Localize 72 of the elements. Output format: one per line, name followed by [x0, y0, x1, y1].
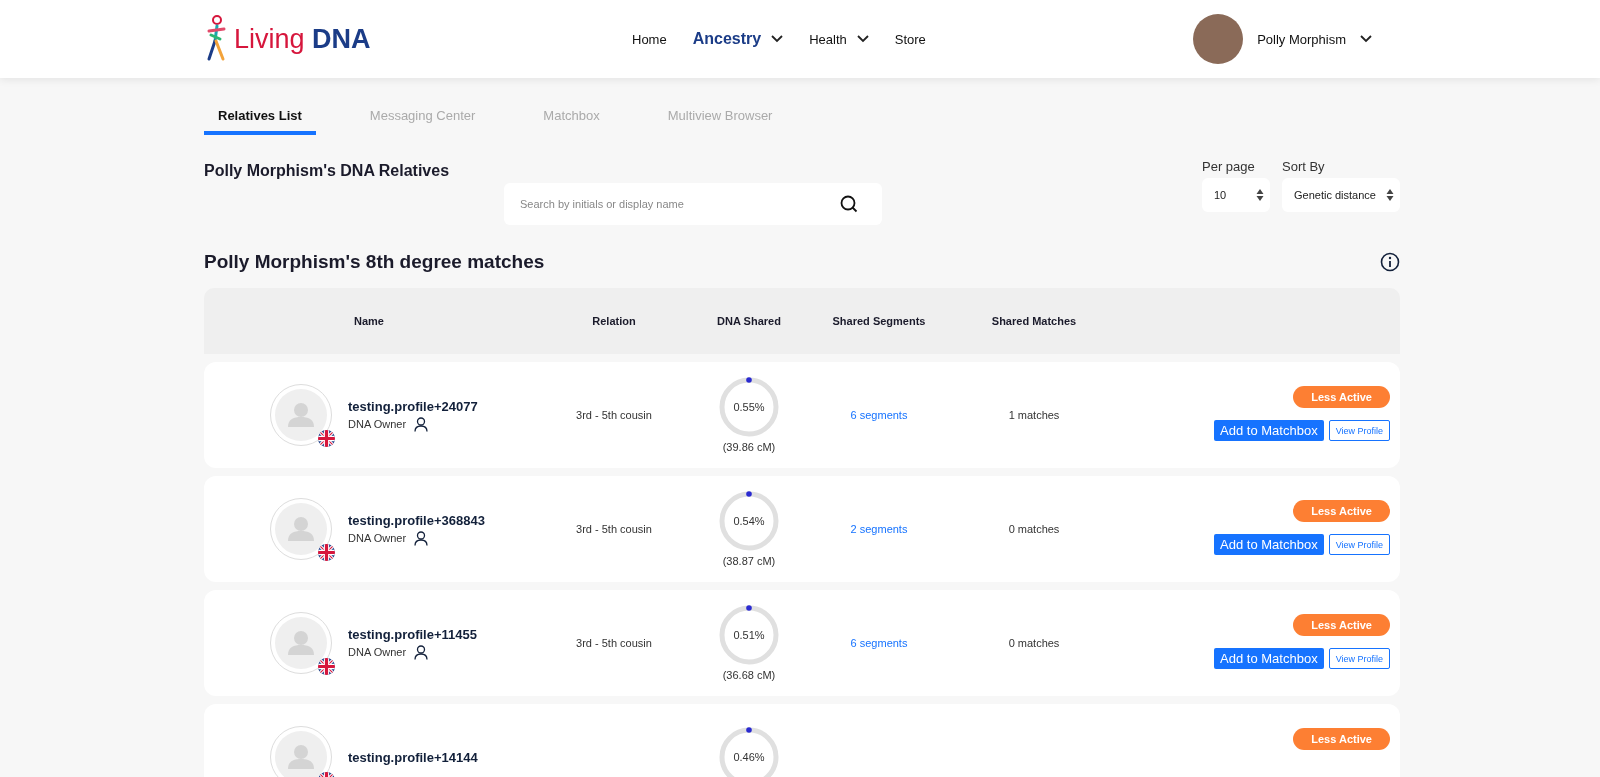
relation-text: 3rd - 5th cousin — [576, 409, 652, 421]
flag-icon — [318, 658, 335, 675]
nav-link[interactable]: Home — [632, 31, 667, 47]
segments-link[interactable]: 2 segments — [850, 523, 908, 535]
column-header: Shared Matches — [990, 315, 1078, 327]
column-header: Relation — [591, 315, 637, 327]
role-label: DNA Owner — [348, 532, 407, 544]
profile-name[interactable]: testing.profile+368843 — [348, 512, 485, 528]
person-silhouette-icon — [275, 731, 327, 777]
view-profile-button[interactable]: View Profile — [1328, 420, 1390, 441]
matches-text: 0 matches — [1008, 523, 1060, 535]
status-badge: Less Active — [1293, 386, 1390, 408]
user-menu[interactable]: Polly Morphism — [1193, 14, 1372, 64]
person-icon — [414, 416, 429, 432]
nav-link[interactable]: Health — [809, 31, 869, 47]
tab[interactable]: Relatives List — [204, 106, 316, 135]
select-field[interactable]: Genetic distance — [1282, 178, 1400, 212]
role-label: DNA Owner — [348, 646, 407, 658]
search-field[interactable]: Search by initials or display name — [504, 183, 882, 225]
info-icon[interactable] — [1380, 252, 1400, 272]
section-title: Polly Morphism's DNA Relatives — [204, 162, 451, 181]
person-icon — [414, 530, 429, 546]
status-badge: Less Active — [1293, 500, 1390, 522]
percent-text: 0.55% — [733, 401, 765, 413]
percent-text: 0.51% — [733, 629, 765, 641]
status-badge: Less Active — [1293, 728, 1390, 750]
percent-text: 0.46% — [733, 751, 765, 763]
column-header: DNA Shared — [716, 315, 782, 327]
column-header: Shared Segments — [831, 315, 927, 327]
percent-text: 0.54% — [733, 515, 765, 527]
profile-name[interactable]: testing.profile+24077 — [348, 398, 478, 414]
nav-link[interactable]: Ancestry — [692, 30, 784, 48]
progress-ring — [719, 491, 779, 551]
add-button[interactable]: Add to Matchbox — [1214, 534, 1324, 555]
profile-name[interactable]: testing.profile+11455 — [348, 626, 477, 642]
sort-arrows-icon — [1386, 188, 1394, 202]
progress-ring — [719, 727, 779, 777]
column-header: Name — [353, 315, 385, 327]
matches-text: 0 matches — [1008, 637, 1060, 649]
matches-text: 1 matches — [1008, 409, 1060, 421]
person-icon — [414, 644, 429, 660]
profile-name[interactable]: testing.profile+14144 — [348, 749, 478, 765]
view-profile-button[interactable]: View Profile — [1328, 534, 1390, 555]
person-silhouette-icon — [275, 389, 327, 441]
segments-link[interactable]: 6 segments — [850, 637, 908, 649]
add-button[interactable]: Add to Matchbox — [1214, 648, 1324, 669]
role-label: DNA Owner — [348, 418, 407, 430]
relation-text: 3rd - 5th cousin — [576, 523, 652, 535]
select-label: Sort By — [1282, 159, 1326, 174]
person-silhouette-icon — [275, 617, 327, 669]
chevron-down-icon — [1360, 35, 1372, 43]
centimorgan-text: (36.68 cM) — [722, 669, 776, 681]
status-badge: Less Active — [1293, 614, 1390, 636]
logo-text[interactable]: Living DNA — [234, 23, 371, 55]
segments-link[interactable]: 6 segments — [850, 409, 908, 421]
select-field[interactable]: 10 — [1202, 178, 1270, 212]
add-button[interactable]: Add to Matchbox — [1214, 420, 1324, 441]
centimorgan-text: (38.87 cM) — [722, 555, 776, 567]
search-icon — [840, 195, 858, 213]
flag-icon — [318, 544, 335, 561]
progress-ring — [719, 377, 779, 437]
select-label: Per page — [1202, 159, 1256, 174]
sort-arrows-icon — [1256, 188, 1264, 202]
flag-icon — [318, 430, 335, 447]
section-title: Polly Morphism's 8th degree matches — [204, 251, 545, 273]
centimorgan-text: (39.86 cM) — [722, 441, 776, 453]
nav-link[interactable]: Store — [894, 31, 926, 47]
avatar-placeholder — [1193, 14, 1244, 64]
progress-ring — [719, 605, 779, 665]
person-silhouette-icon — [275, 503, 327, 555]
view-profile-button[interactable]: View Profile — [1328, 648, 1390, 669]
relation-text: 3rd - 5th cousin — [576, 637, 652, 649]
